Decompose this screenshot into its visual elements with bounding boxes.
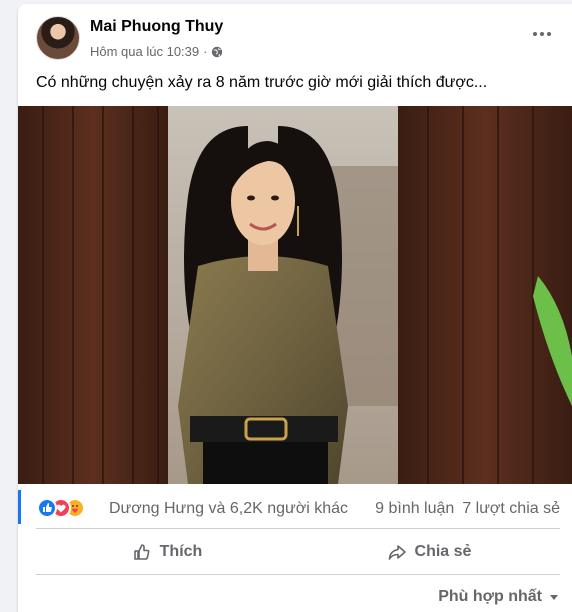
sort-label: Phù hợp nhất (438, 588, 542, 605)
post-actions: Thích Chia sẻ (36, 530, 560, 574)
post-timestamp[interactable]: Hôm qua lúc 10:39 (90, 44, 199, 59)
globe-icon (212, 46, 223, 57)
shares-count[interactable]: 7 lượt chia sẻ (462, 500, 560, 518)
share-arrow-icon (388, 545, 406, 560)
more-horizontal-icon (533, 32, 537, 36)
author-avatar[interactable] (36, 16, 80, 60)
post-photo[interactable] (18, 106, 572, 484)
reactions-summary[interactable]: Dương Hưng và 6,2K người khác (109, 500, 348, 518)
post-caption: Có những chuyện xảy ra 8 năm trước giờ m… (36, 74, 488, 91)
like-label: Thích (159, 543, 203, 560)
share-button[interactable]: Chia sẻ (298, 530, 560, 574)
comment-sort-dropdown[interactable]: Phù hợp nhất (438, 588, 560, 606)
author-name[interactable]: Mai Phuong Thuy (90, 18, 223, 36)
post-card: Mai Phuong Thuy Hôm qua lúc 10:39 · Có n… (18, 4, 572, 612)
caret-down-icon (550, 595, 558, 600)
like-reaction-icon (37, 498, 57, 518)
post-meta: Hôm qua lúc 10:39 · (90, 44, 223, 59)
post-header: Mai Phuong Thuy Hôm qua lúc 10:39 · (18, 4, 572, 68)
like-button[interactable]: Thích (36, 530, 298, 574)
share-label: Chia sẻ (414, 543, 472, 560)
more-options-button[interactable] (530, 26, 554, 42)
divider (36, 528, 560, 529)
more-dot (540, 32, 544, 36)
comments-count[interactable]: 9 bình luận (375, 500, 454, 518)
engagement-counts: 9 bình luận 7 lượt chia sẻ (375, 500, 560, 518)
more-dot (547, 32, 551, 36)
reaction-icons[interactable] (37, 498, 97, 518)
meta-separator: · (203, 44, 208, 59)
reactions-row: Dương Hưng và 6,2K người khác 9 bình luậ… (18, 490, 572, 524)
divider (36, 574, 560, 575)
thumbs-up-icon (133, 544, 150, 560)
post-photo-image (18, 106, 572, 484)
